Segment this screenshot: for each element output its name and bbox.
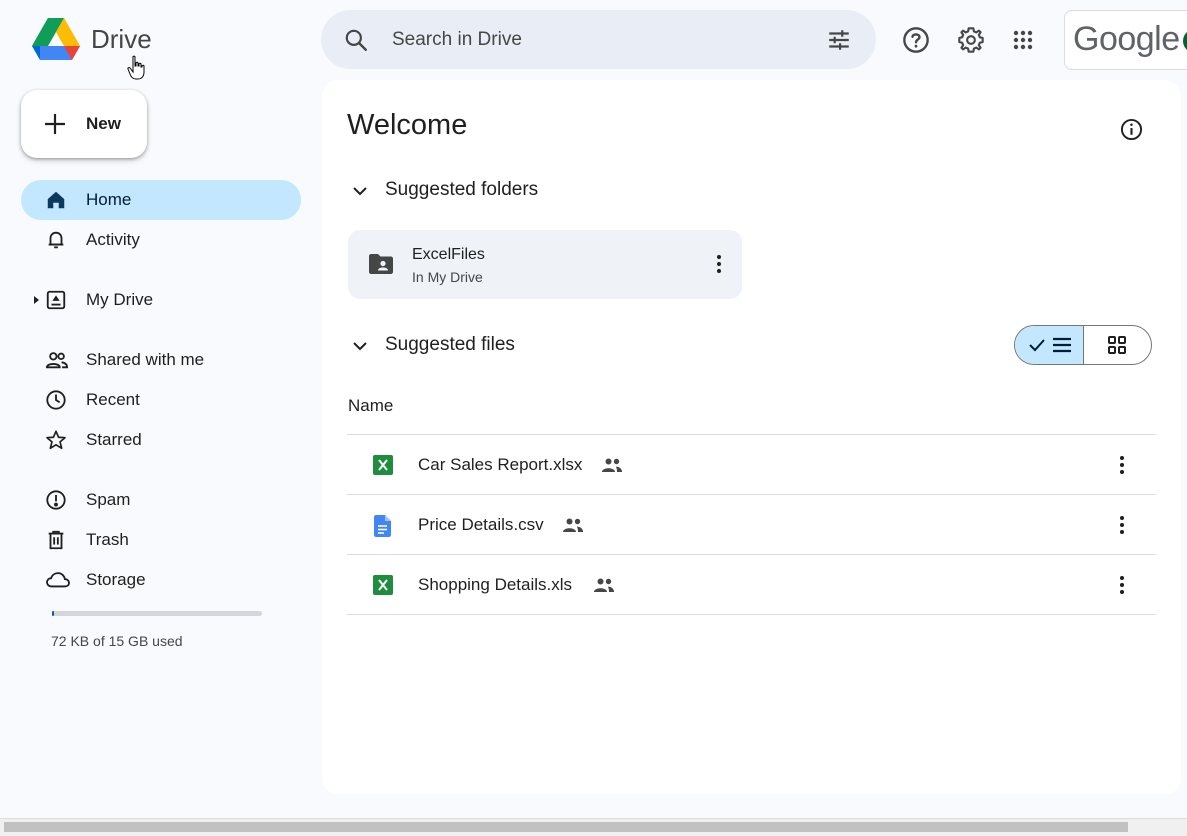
spam-icon — [45, 489, 67, 511]
home-icon — [45, 189, 67, 211]
suggested-folders-title: Suggested folders — [385, 179, 539, 200]
sidebar-item-label: Shared with me — [86, 350, 205, 369]
divider — [347, 614, 1156, 615]
suggested-files-toggle[interactable] — [350, 336, 370, 356]
plus-icon — [43, 112, 67, 136]
star-icon — [45, 429, 67, 451]
file-name: Price Details.csv — [418, 515, 544, 534]
storage-used-text: 72 KB of 15 GB used — [51, 633, 183, 649]
info-icon[interactable] — [1120, 118, 1143, 141]
search-bar[interactable]: Search in Drive — [321, 10, 876, 69]
search-icon[interactable] — [343, 27, 369, 53]
grid-view-button[interactable] — [1084, 326, 1151, 364]
sidebar-item-activity[interactable]: Activity — [21, 220, 301, 260]
new-button-label: New — [86, 114, 121, 133]
my-drive-icon — [45, 289, 67, 311]
shared-folder-icon — [368, 253, 394, 275]
column-header-name[interactable]: Name — [348, 396, 393, 416]
settings-gear-icon[interactable] — [951, 20, 991, 60]
help-icon[interactable] — [896, 20, 936, 60]
account-switcher[interactable]: Google — [1064, 10, 1187, 70]
search-input[interactable]: Search in Drive — [392, 28, 522, 52]
sidebar-item-label: Activity — [86, 230, 140, 249]
file-row[interactable]: Price Details.csv — [347, 495, 1156, 554]
folder-card-excelfiles[interactable]: ExcelFiles In My Drive — [348, 230, 742, 299]
doc-file-icon — [373, 515, 393, 537]
bell-icon — [45, 229, 67, 251]
clock-icon — [45, 389, 67, 411]
sidebar-item-spam[interactable]: Spam — [21, 480, 301, 520]
sidebar-item-trash[interactable]: Trash — [21, 520, 301, 560]
more-options-icon[interactable] — [1113, 453, 1131, 477]
people-icon — [45, 349, 69, 371]
shared-people-icon — [593, 577, 615, 593]
more-options-icon[interactable] — [1113, 513, 1131, 537]
sidebar-item-shared-with-me[interactable]: Shared with me — [21, 340, 301, 380]
hand-cursor-icon — [126, 55, 148, 81]
avatar[interactable] — [1183, 29, 1187, 53]
sidebar-item-storage[interactable]: Storage — [21, 560, 301, 600]
storage-progress-bar — [52, 611, 262, 616]
list-view-button[interactable] — [1015, 326, 1084, 364]
google-logo: Google — [1073, 20, 1180, 58]
more-options-icon[interactable] — [710, 254, 728, 274]
apps-grid-icon[interactable] — [1003, 20, 1043, 60]
folder-location: In My Drive — [412, 269, 483, 285]
sidebar-item-label: Recent — [86, 390, 140, 409]
app-name[interactable]: Drive — [91, 22, 152, 56]
cloud-icon — [45, 569, 70, 591]
sidebar-item-label: Spam — [86, 490, 131, 509]
sidebar-item-label: Trash — [86, 530, 129, 549]
shared-people-icon — [562, 517, 584, 533]
new-button[interactable]: New — [21, 90, 147, 158]
folder-name: ExcelFiles — [412, 246, 485, 263]
chevron-down-icon — [350, 336, 370, 356]
sidebar-item-starred[interactable]: Starred — [21, 420, 301, 460]
excel-file-icon — [373, 575, 393, 595]
storage-progress-fill — [52, 611, 54, 616]
search-options-icon[interactable] — [826, 27, 852, 53]
sidebar-item-label: Storage — [86, 570, 146, 589]
sidebar-item-recent[interactable]: Recent — [21, 380, 301, 420]
sidebar-item-label: Starred — [86, 430, 142, 449]
sidebar-item-home[interactable]: Home — [21, 180, 301, 220]
sidebar-item-label: My Drive — [86, 290, 154, 309]
shared-people-icon — [601, 457, 623, 473]
file-row[interactable]: Car Sales Report.xlsx — [347, 435, 1156, 494]
page-title: Welcome — [347, 109, 468, 141]
chevron-down-icon — [350, 181, 370, 201]
more-options-icon[interactable] — [1113, 573, 1131, 597]
sidebar-item-my-drive[interactable]: My Drive — [21, 280, 301, 320]
horizontal-scrollbar[interactable] — [0, 818, 1187, 836]
drive-logo-icon[interactable] — [32, 18, 80, 60]
trash-icon — [45, 529, 67, 551]
file-name: Shopping Details.xls — [418, 575, 573, 594]
sidebar-item-label: Home — [86, 190, 132, 209]
scrollbar-thumb[interactable] — [4, 822, 1128, 832]
file-name: Car Sales Report.xlsx — [418, 455, 583, 474]
view-toggle — [1014, 325, 1152, 365]
excel-file-icon — [373, 455, 393, 475]
suggested-folders-toggle[interactable] — [350, 181, 370, 201]
file-row[interactable]: Shopping Details.xls — [347, 555, 1156, 614]
suggested-files-title: Suggested files — [385, 334, 515, 355]
